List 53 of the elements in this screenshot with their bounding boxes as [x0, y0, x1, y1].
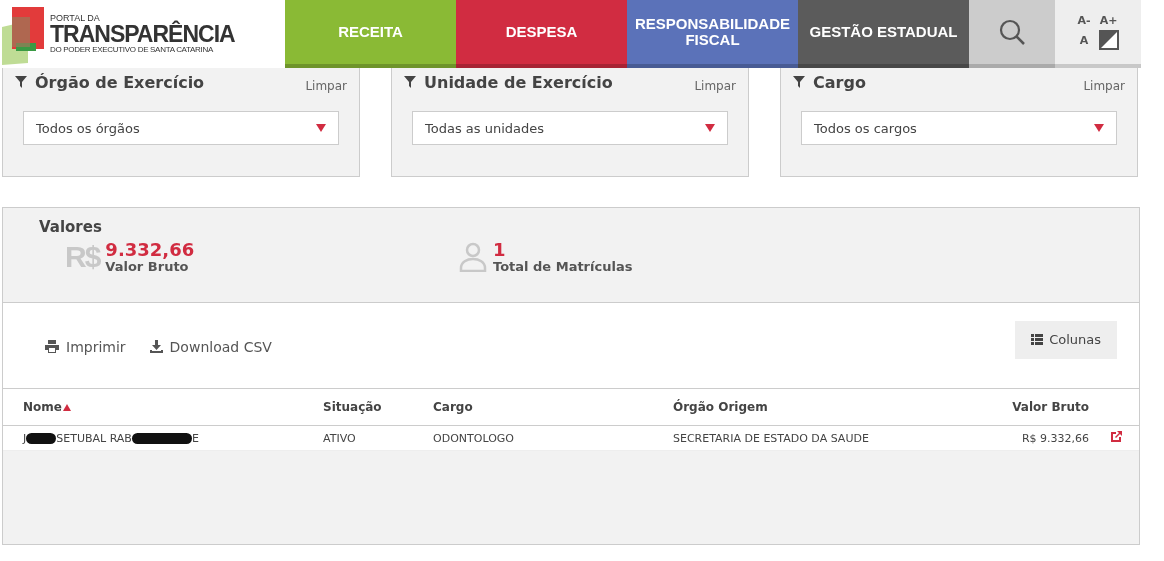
print-button[interactable]: Imprimir [45, 338, 126, 355]
search-icon [998, 18, 1026, 46]
font-decrease-button[interactable]: A- [1077, 14, 1091, 27]
caret-icon [1094, 124, 1104, 132]
nav-tab[interactable]: GESTÃO ESTADUAL [798, 0, 969, 68]
table-cell: ODONTOLOGO [433, 431, 514, 445]
portal-logo[interactable]: PORTAL DA TRANSPARÊNCIA DO PODER EXECUTIVO DE SANTA CATARINA [50, 14, 235, 54]
summary-value: 1 [493, 240, 507, 259]
redaction-mark [26, 432, 57, 444]
person-icon [459, 242, 487, 272]
nav-tab[interactable]: DESPESA [456, 0, 627, 68]
print-icon [45, 340, 59, 353]
table-cell: J [23, 431, 27, 445]
clear-link[interactable]: Limpar [694, 79, 736, 93]
external-link-icon[interactable] [1110, 431, 1122, 442]
table-cell: R$ 9.332,66 [1021, 431, 1089, 445]
column-header[interactable]: Valor Bruto [1012, 400, 1089, 414]
contrast-icon[interactable] [1098, 30, 1119, 50]
summary-label: Valor Bruto [105, 258, 189, 274]
clear-link[interactable]: Limpar [305, 79, 347, 93]
search-button[interactable] [969, 0, 1055, 68]
column-header[interactable]: Situação [323, 400, 382, 414]
filter-title: Cargo [813, 72, 867, 92]
table-cell: ATIVO [323, 431, 356, 445]
table-cell: SECRETARIA DE ESTADO DA SAUDE [673, 431, 869, 445]
caret-icon [705, 124, 715, 132]
list-icon [1031, 334, 1044, 345]
download-icon [149, 340, 163, 353]
filter-dropdown[interactable]: Todos os órgãos [23, 111, 339, 145]
filter-title: Unidade de Exercício [424, 72, 614, 92]
filter-title: Órgão de Exercício [35, 72, 206, 92]
nav-tab[interactable]: RESPONSABILIDADE FISCAL [627, 0, 798, 68]
filter-dropdown[interactable]: Todas as unidades [412, 111, 728, 145]
download-button[interactable]: Download CSV [149, 338, 272, 355]
column-header[interactable]: Nome [23, 400, 71, 414]
redaction-mark [131, 432, 192, 444]
filter-icon [793, 76, 805, 88]
font-reset-button[interactable]: A [1077, 30, 1091, 50]
filter-icon [15, 76, 27, 88]
column-header[interactable]: Órgão Origem [673, 400, 768, 414]
font-increase-button[interactable]: A+ [1098, 14, 1119, 27]
table-cell: SETUBAL RAB [56, 431, 132, 445]
table-cell: E [191, 431, 199, 445]
caret-icon [316, 124, 326, 132]
summary-value: 9.332,66 [105, 240, 195, 259]
clear-link[interactable]: Limpar [1083, 79, 1125, 93]
summary-label: Total de Matrículas [493, 258, 633, 274]
sort-icon [62, 403, 71, 411]
filter-icon [404, 76, 416, 88]
values-title: Valores [39, 218, 103, 236]
columns-button[interactable]: Colunas [1015, 320, 1117, 359]
column-header[interactable]: Cargo [433, 400, 473, 414]
filter-dropdown[interactable]: Todos os cargos [801, 111, 1117, 145]
